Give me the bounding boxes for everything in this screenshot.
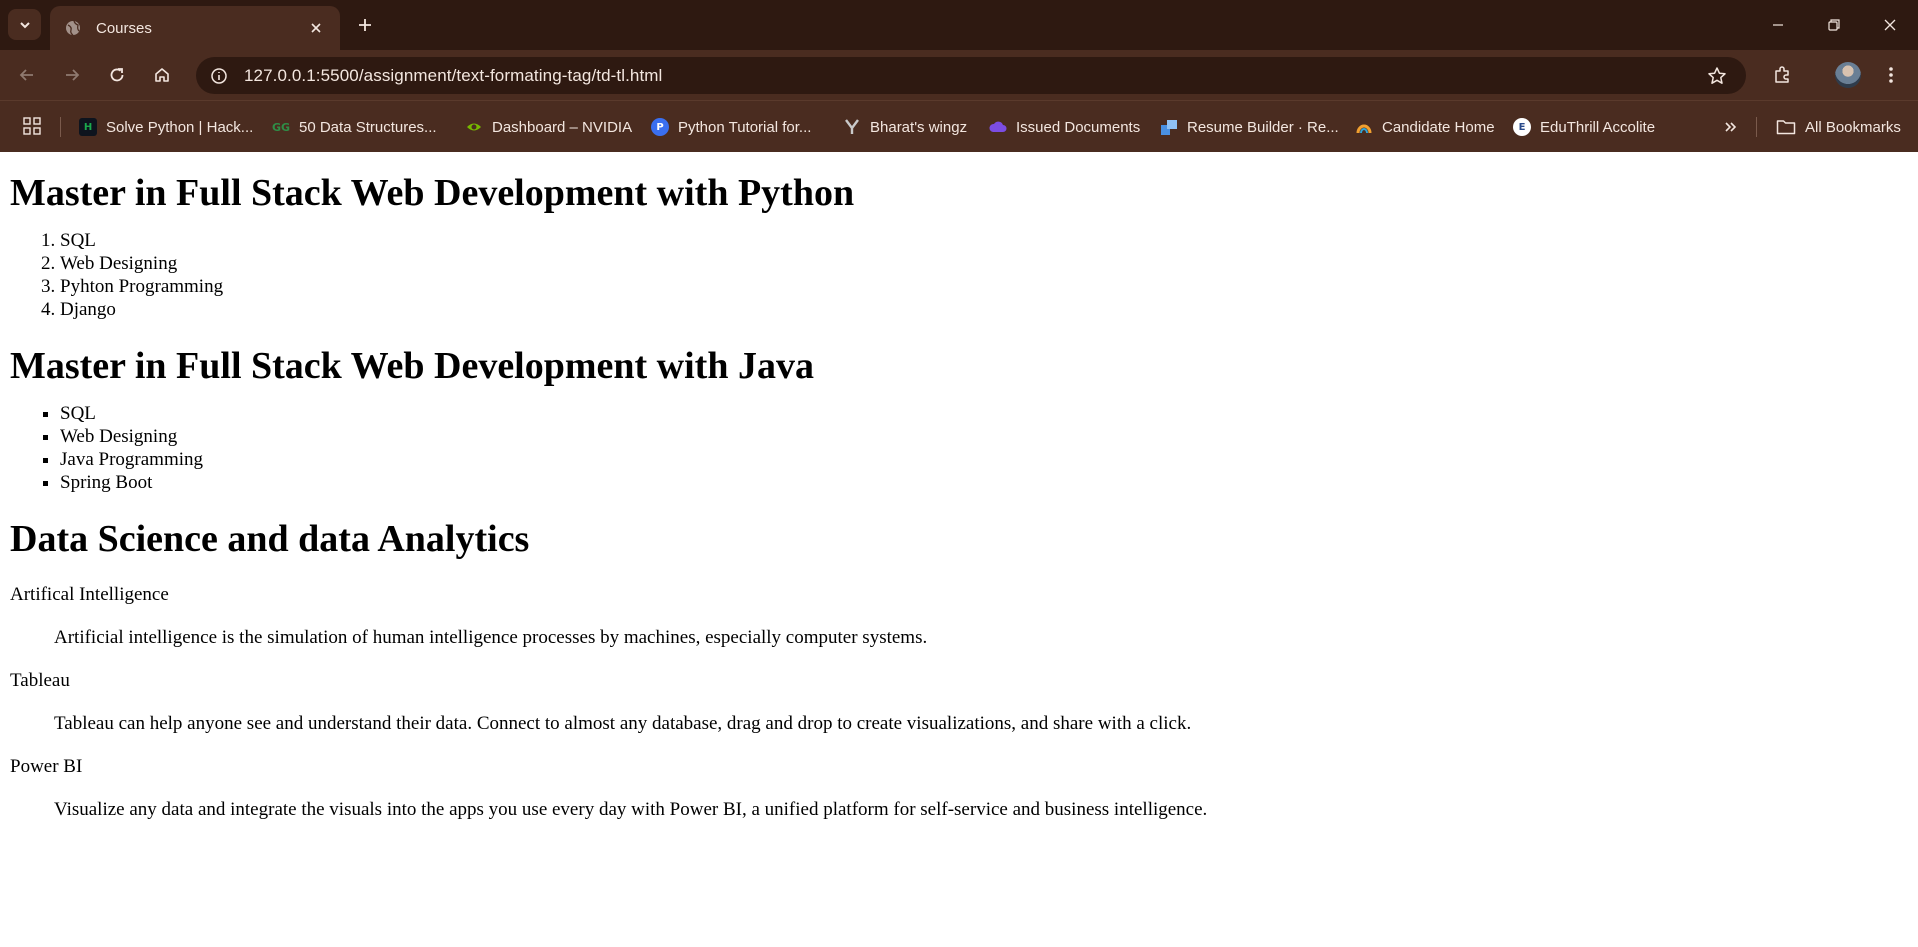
term-power-bi: Power BI (10, 756, 83, 777)
bookmark-hackerrank[interactable]: H Solve Python | Hack... (79, 114, 253, 140)
minimize-icon (1773, 24, 1783, 26)
digilocker-icon (989, 118, 1007, 136)
home-button[interactable] (147, 60, 177, 90)
resume-builder-icon (1160, 118, 1178, 136)
kebab-menu-icon (1889, 67, 1893, 83)
more-bookmarks-button[interactable] (1718, 114, 1744, 140)
python-course-list: SQL Web Designing Pyhton Programming Dja… (60, 229, 1918, 321)
new-tab-button[interactable] (352, 12, 378, 38)
tab-courses[interactable]: Courses (50, 6, 340, 50)
bookmark-label: Dashboard – NVIDIA (492, 118, 633, 136)
close-icon (1884, 19, 1896, 31)
bookmarks-bar: H Solve Python | Hack... GG 50 Data Stru… (0, 100, 1918, 152)
definition-power-bi: Visualize any data and integrate the vis… (54, 799, 1208, 820)
java-course-heading: Master in Full Stack Web Development wit… (10, 345, 814, 387)
home-icon (155, 68, 169, 82)
definition-artificial-intelligence: Artificial intelligence is the simulatio… (54, 627, 928, 648)
restore-button[interactable] (1806, 0, 1862, 50)
forward-button[interactable] (57, 60, 87, 90)
python-course-heading: Master in Full Stack Web Development wit… (10, 172, 855, 214)
bookmarks-divider (1756, 117, 1757, 137)
forward-arrow-icon (66, 69, 80, 81)
restore-icon (1828, 19, 1840, 31)
data-science-definition-list: Artifical Intelligence Artificial intell… (10, 583, 1918, 821)
definition-tableau: Tableau can help anyone see and understa… (54, 713, 1192, 734)
bookmark-candidate-home[interactable]: Candidate Home (1355, 114, 1495, 140)
page-content: Master in Full Stack Web Development wit… (0, 152, 1918, 821)
folder-icon (1776, 120, 1796, 135)
list-item: Pyhton Programming (60, 275, 1918, 298)
back-arrow-icon (19, 69, 33, 81)
reload-icon (110, 68, 124, 82)
bookmark-label: Candidate Home (1382, 118, 1495, 136)
bookmark-label: Bharat's wingz (870, 118, 968, 136)
data-science-heading: Data Science and data Analytics (10, 518, 530, 560)
term-tableau: Tableau (10, 670, 70, 691)
browser-chrome: Courses 127.0.0.1:5500/assignment/text-f… (0, 0, 1918, 152)
eduthrill-icon: E (1513, 118, 1531, 136)
all-bookmarks-label: All Bookmarks (1805, 118, 1901, 136)
all-bookmarks-button[interactable]: All Bookmarks (1776, 114, 1901, 140)
bookmark-label: 50 Data Structures... (299, 118, 437, 136)
list-item: Java Programming (60, 448, 1918, 471)
tab-search-button[interactable] (8, 9, 41, 40)
list-item: Spring Boot (60, 471, 1918, 494)
list-item: SQL (60, 229, 1918, 252)
avatar (1835, 62, 1861, 88)
profile-button[interactable] (1833, 60, 1863, 90)
java-course-list: SQL Web Designing Java Programming Sprin… (60, 402, 1918, 494)
browser-toolbar: 127.0.0.1:5500/assignment/text-formating… (0, 50, 1918, 100)
geeksforgeeks-icon: GG (271, 120, 291, 134)
tab-strip: Courses (0, 0, 1918, 50)
globe-icon (64, 19, 82, 37)
python-tutorial-icon: P (651, 118, 669, 136)
bookmark-label: Solve Python | Hack... (106, 118, 254, 136)
bookmark-geeksforgeeks[interactable]: GG 50 Data Structures... (272, 114, 437, 140)
list-item: Web Designing (60, 425, 1918, 448)
bookmark-label: EduThrill Accolite (1540, 118, 1656, 136)
list-item: Django (60, 298, 1918, 321)
address-bar[interactable]: 127.0.0.1:5500/assignment/text-formating… (196, 57, 1746, 94)
nvidia-icon (465, 118, 483, 136)
hackerrank-icon: H (79, 118, 97, 136)
bookmark-resume-builder[interactable]: Resume Builder · Re... (1160, 114, 1339, 140)
bookmarks-divider (60, 117, 61, 137)
chevron-down-icon (19, 21, 30, 28)
bookmark-nvidia[interactable]: Dashboard – NVIDIA (465, 114, 632, 140)
list-item: SQL (60, 402, 1918, 425)
candidate-home-icon (1355, 118, 1373, 136)
bookmark-eduthrill[interactable]: E EduThrill Accolite (1513, 114, 1655, 140)
close-tab-icon[interactable] (304, 16, 328, 40)
bookmark-label: Issued Documents (1016, 118, 1141, 136)
bookmark-issued-documents[interactable]: Issued Documents (989, 114, 1140, 140)
bookmark-star-icon[interactable] (1702, 61, 1732, 91)
reload-button[interactable] (102, 60, 132, 90)
url-text[interactable]: 127.0.0.1:5500/assignment/text-formating… (244, 66, 1702, 86)
double-chevron-right-icon (1725, 122, 1737, 132)
apps-grid-icon[interactable] (22, 116, 42, 136)
menu-button[interactable] (1876, 60, 1906, 90)
plus-icon (359, 19, 371, 31)
extensions-button[interactable] (1767, 60, 1797, 90)
puzzle-icon (1775, 66, 1789, 83)
term-artificial-intelligence: Artifical Intelligence (10, 584, 169, 605)
window-controls (1750, 0, 1918, 50)
list-item: Web Designing (60, 252, 1918, 275)
back-button[interactable] (12, 60, 42, 90)
bookmark-label: Resume Builder · Re... (1187, 118, 1339, 136)
bookmark-python-tutorial[interactable]: P Python Tutorial for... (651, 114, 811, 140)
tab-title: Courses (96, 19, 152, 37)
minimize-button[interactable] (1750, 0, 1806, 50)
bookmark-wingz[interactable]: Bharat's wingz (843, 114, 967, 140)
wingz-icon (843, 118, 861, 136)
close-window-button[interactable] (1862, 0, 1918, 50)
bookmark-label: Python Tutorial for... (678, 118, 812, 136)
site-info-icon[interactable] (206, 63, 232, 89)
